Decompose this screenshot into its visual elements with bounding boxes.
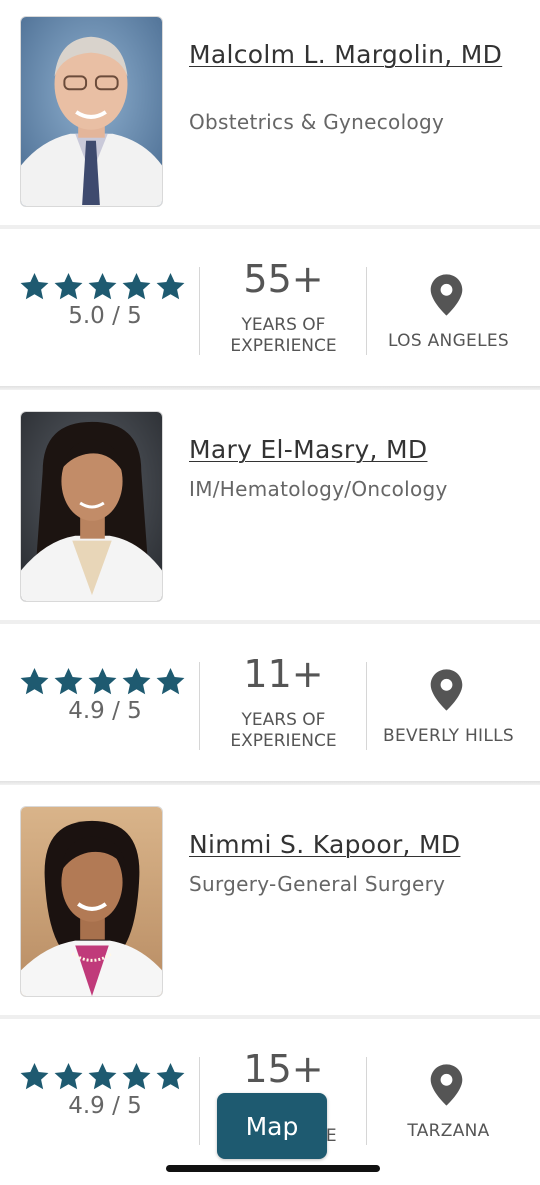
star-icon: [88, 1062, 117, 1090]
doctor-specialty: Surgery-General Surgery: [189, 872, 446, 896]
doctor-name-link[interactable]: Malcolm L. Margolin, MD: [189, 40, 509, 69]
location-label: BEVERLY HILLS: [382, 726, 515, 746]
doctor-photo[interactable]: [20, 806, 163, 997]
rating-value: 5.0 / 5: [68, 303, 142, 329]
divider: [199, 1057, 200, 1145]
star-icon: [156, 1062, 185, 1090]
divider: [199, 662, 200, 750]
home-indicator[interactable]: [166, 1165, 380, 1172]
map-pin-icon: [430, 669, 463, 711]
rating-value: 4.9 / 5: [68, 698, 142, 724]
divider: [199, 267, 200, 355]
years-experience-value: 11+: [243, 652, 324, 696]
rating-stars: [18, 1061, 187, 1092]
rating-stars: [18, 271, 187, 302]
location-label: TARZANA: [407, 1121, 490, 1141]
map-button[interactable]: Map: [217, 1093, 327, 1159]
star-icon: [88, 667, 117, 695]
star-icon: [54, 1062, 83, 1090]
card-separator: [0, 781, 540, 785]
doctor-name-link[interactable]: Nimmi S. Kapoor, MD: [189, 830, 509, 859]
doctor-stats: 4.9 / 5 11+ YEARS OF EXPERIENCE BEVERLY …: [0, 624, 540, 779]
doctor-name-link[interactable]: Mary El-Masry, MD: [189, 435, 509, 464]
years-experience-label: YEARS OF EXPERIENCE: [230, 710, 337, 751]
star-icon: [54, 272, 83, 300]
star-icon: [20, 1062, 49, 1090]
doctor-specialty: IM/Hematology/Oncology: [189, 477, 448, 501]
doctor-profile: Nimmi S. Kapoor, MD Surgery-General Surg…: [0, 790, 540, 1015]
star-icon: [122, 667, 151, 695]
doctor-photo[interactable]: [20, 16, 163, 207]
doctor-stats: 5.0 / 5 55+ YEARS OF EXPERIENCE LOS ANGE…: [0, 229, 540, 384]
star-icon: [156, 272, 185, 300]
doctor-photo[interactable]: [20, 411, 163, 602]
star-icon: [54, 667, 83, 695]
doctor-profile: Malcolm L. Margolin, MD Obstetrics & Gyn…: [0, 0, 540, 225]
star-icon: [122, 1062, 151, 1090]
star-icon: [20, 667, 49, 695]
star-icon: [20, 272, 49, 300]
years-experience-value: 15+: [243, 1047, 324, 1091]
map-pin-icon: [430, 274, 463, 316]
doctor-specialty: Obstetrics & Gynecology: [189, 110, 445, 134]
doctor-profile: Mary El-Masry, MD IM/Hematology/Oncology: [0, 395, 540, 620]
years-experience-label: YEARS OF EXPERIENCE: [230, 315, 337, 356]
star-icon: [88, 272, 117, 300]
card-separator: [0, 386, 540, 390]
star-icon: [122, 272, 151, 300]
star-icon: [156, 667, 185, 695]
years-experience-value: 55+: [243, 257, 324, 301]
location-label: LOS ANGELES: [387, 331, 509, 351]
map-pin-icon: [430, 1064, 463, 1106]
rating-stars: [18, 666, 187, 697]
rating-value: 4.9 / 5: [68, 1093, 142, 1119]
